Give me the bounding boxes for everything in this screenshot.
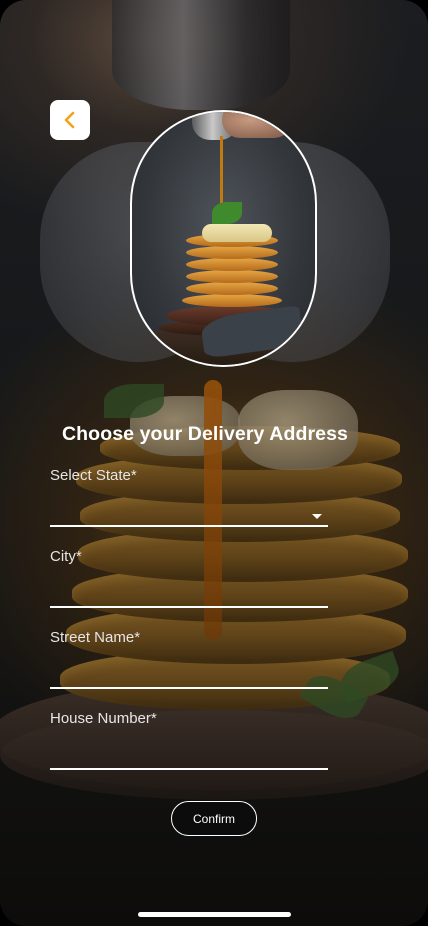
state-label: Select State* — [50, 467, 137, 484]
street-input[interactable] — [50, 657, 310, 683]
delivery-address-screen: Choose your Delivery Address Select Stat… — [0, 0, 428, 926]
house-number-underline — [50, 768, 328, 770]
street-label: Street Name* — [50, 629, 141, 646]
house-number-label: House Number* — [50, 710, 157, 727]
confirm-button[interactable]: Confirm — [171, 801, 257, 836]
city-field[interactable]: City* — [50, 548, 328, 608]
city-input[interactable] — [50, 576, 310, 602]
caret-down-icon[interactable] — [312, 514, 322, 519]
background-cup-image — [112, 0, 290, 110]
home-indicator — [138, 912, 291, 917]
state-select[interactable]: Select State* — [50, 467, 328, 527]
city-underline — [50, 606, 328, 608]
state-input[interactable] — [50, 495, 310, 521]
house-number-field[interactable]: House Number* — [50, 710, 328, 770]
background-pancake-image — [0, 380, 428, 860]
street-field[interactable]: Street Name* — [50, 629, 328, 689]
city-label: City* — [50, 548, 82, 565]
house-number-input[interactable] — [50, 738, 310, 764]
page-title: Choose your Delivery Address — [61, 423, 348, 445]
street-underline — [50, 687, 328, 689]
chevron-left-icon — [64, 111, 75, 129]
back-button[interactable] — [50, 100, 90, 140]
pancake-hero-image — [130, 110, 317, 367]
state-underline — [50, 525, 328, 527]
